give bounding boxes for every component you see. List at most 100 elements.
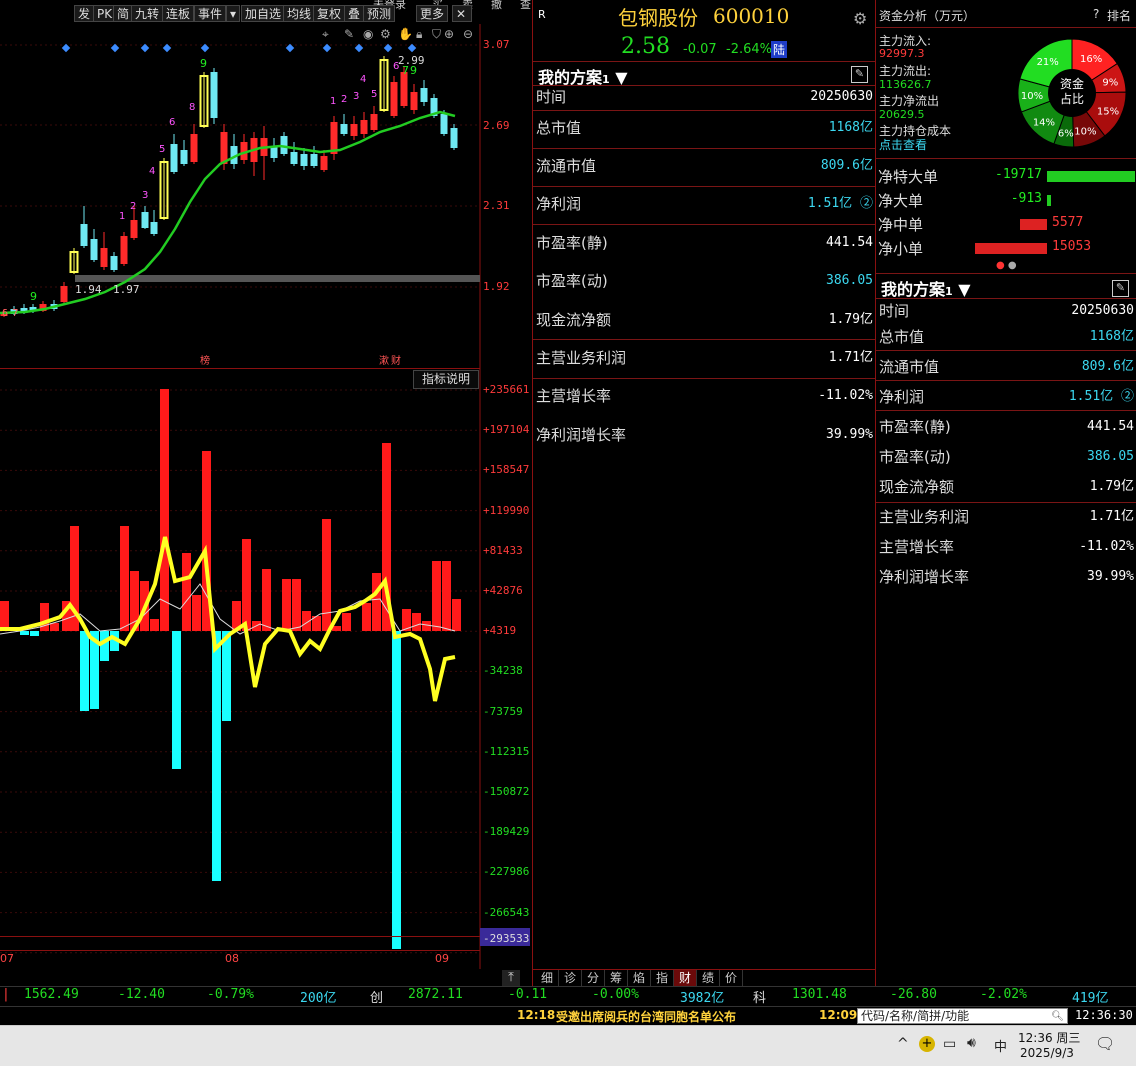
candle-body[interactable]	[440, 114, 448, 134]
candle-body[interactable]	[190, 134, 198, 162]
tb-event-dropdown[interactable]: ▾	[226, 5, 240, 22]
news-headline[interactable]: 受邀出席阅兵的台湾同胞名单公布	[556, 1008, 736, 1025]
toolbar-top-query[interactable]: 查	[520, 0, 531, 11]
bottom-tab[interactable]: 筹	[605, 970, 628, 986]
tb-close-icon[interactable]: ✕	[452, 5, 472, 22]
tb-fuquan-button[interactable]: 复权	[313, 5, 346, 22]
tb-jian-button[interactable]: 简	[113, 5, 134, 22]
click-view-link[interactable]: 点击查看	[879, 136, 927, 153]
tb-event-button[interactable]: 事件	[194, 5, 227, 22]
network-icon[interactable]: ▭	[943, 1036, 956, 1052]
candle-body[interactable]	[100, 248, 108, 267]
tb-more-button[interactable]: 更多	[416, 5, 449, 22]
candle-body[interactable]	[450, 128, 458, 148]
candle-body[interactable]	[120, 236, 128, 264]
event-diamond-icon[interactable]	[110, 43, 120, 53]
right-row-value: 386.05	[1087, 449, 1134, 464]
marker-caibao-prefix[interactable]: 漱	[379, 355, 389, 367]
panel-settings-icon[interactable]: ⚙	[853, 9, 867, 28]
candle-body[interactable]	[60, 286, 68, 302]
candle-body[interactable]	[130, 220, 138, 238]
bottom-tab[interactable]: 绩	[697, 970, 720, 986]
candle-body[interactable]	[170, 144, 178, 172]
search-box[interactable]: 代码/名称/简拼/功能 🔍︎	[857, 1008, 1068, 1024]
bottom-tab[interactable]: 价	[720, 970, 743, 986]
tb-lianban-button[interactable]: 连板	[162, 5, 195, 22]
help-icon[interactable]: ?	[1093, 7, 1099, 21]
candle-body[interactable]	[300, 154, 308, 166]
candle-body[interactable]	[110, 256, 118, 270]
event-diamond-icon[interactable]	[61, 43, 71, 53]
tb-forecast-button[interactable]: 预测	[363, 5, 396, 22]
rank-button[interactable]: 排名	[1107, 7, 1131, 24]
tray-chevron-up-icon[interactable]: ^	[897, 1036, 909, 1052]
bottom-tab[interactable]: 细	[536, 970, 559, 986]
tb-jiuzhuan-button[interactable]: 九转	[131, 5, 164, 22]
candle-body[interactable]	[90, 239, 98, 260]
candle-body[interactable]	[410, 92, 418, 110]
tb-watchlist-button[interactable]: 加自选	[241, 5, 286, 22]
event-diamond-icon[interactable]	[140, 43, 150, 53]
marker-caibao[interactable]: 财	[391, 354, 401, 367]
candle-body[interactable]	[390, 82, 398, 116]
tb-fa-button[interactable]: 发	[74, 5, 95, 22]
dot-active-icon[interactable]: ●	[996, 260, 1005, 271]
candle-body[interactable]	[400, 72, 408, 106]
notification-icon[interactable]: 🗨︎	[1095, 1034, 1115, 1053]
candle-body[interactable]	[210, 72, 218, 118]
seq-label-6: 6	[2, 308, 8, 319]
candle-body[interactable]	[340, 124, 348, 134]
volume-icon[interactable]: 🔊︎	[967, 1035, 976, 1051]
mid-row-sep	[533, 110, 875, 111]
kline-chart[interactable]: 6 7 9 1 2 3 4 5 6 8 9 1 2 3 4 5 6 7 9 2.…	[0, 24, 530, 370]
fund-pie-chart[interactable]: 16%9%15%10%6%14%10%21% 资金 占比	[1017, 37, 1135, 149]
taskbar-date[interactable]: 2025/9/3	[1020, 1046, 1074, 1060]
tb-ma-button[interactable]: 均线	[283, 5, 316, 22]
mid-row-label: 流通市值	[536, 157, 597, 175]
order-label: 净小单	[878, 240, 924, 258]
candle-body[interactable]	[350, 124, 358, 136]
scroll-top-icon[interactable]: ⤒	[502, 970, 520, 986]
candle-body[interactable]	[180, 150, 188, 164]
stock-change-pct: -2.64%	[726, 42, 772, 57]
search-icon[interactable]: 🔍︎	[1051, 1009, 1064, 1024]
candle-body[interactable]	[150, 222, 158, 234]
ime-indicator[interactable]: 中	[994, 1036, 1007, 1055]
candle-body[interactable]	[360, 120, 368, 134]
candle-body[interactable]	[80, 224, 88, 246]
candle-body[interactable]	[420, 88, 428, 102]
candle-body[interactable]	[320, 156, 328, 170]
tb-overlay-button[interactable]: 叠	[344, 5, 365, 22]
bottom-tab[interactable]: 财	[674, 970, 697, 986]
toolbar-top-cancel[interactable]: 撤	[491, 0, 502, 11]
dot-inactive-icon[interactable]: ●	[1008, 260, 1017, 271]
edit-icon-right[interactable]: ✎	[1112, 280, 1129, 297]
indicator-axis-label: -293533	[483, 932, 530, 945]
bottom-tab[interactable]: 分	[582, 970, 605, 986]
bottom-tab[interactable]: 焰	[628, 970, 651, 986]
event-diamond-icon[interactable]	[407, 43, 417, 53]
search-input[interactable]: 代码/名称/简拼/功能	[861, 1009, 969, 1024]
tray-plus-icon[interactable]: +	[919, 1036, 935, 1052]
candle-body[interactable]	[220, 132, 228, 164]
marker-bang[interactable]: 榜	[200, 354, 210, 367]
event-diamond-icon[interactable]	[162, 43, 172, 53]
candle-body[interactable]	[141, 212, 149, 228]
candle-body[interactable]	[370, 114, 378, 130]
indicator-chart[interactable]	[0, 369, 530, 969]
event-diamond-icon[interactable]	[322, 43, 332, 53]
mid-row-label: 市盈率(静)	[536, 234, 608, 252]
taskbar-time[interactable]: 12:36 周三	[1018, 1029, 1080, 1046]
order-label: 净中单	[878, 216, 924, 234]
outflow-label: 主力流出:	[879, 64, 932, 78]
bottom-tab[interactable]: 指	[651, 970, 674, 986]
fund-panel: 资金分析（万元） ? 排名 主力流入: 92997.3 主力流出: 113626…	[876, 0, 1136, 990]
event-diamond-icon[interactable]	[285, 43, 295, 53]
page-dots[interactable]: ● ●	[996, 260, 1017, 271]
indicator-bar	[442, 561, 451, 631]
bottom-tab[interactable]: 诊	[559, 970, 582, 986]
candle-body[interactable]	[310, 154, 318, 166]
edit-icon[interactable]: ✎	[851, 66, 868, 83]
candle-body[interactable]	[290, 152, 298, 164]
event-diamond-icon[interactable]	[200, 43, 210, 53]
